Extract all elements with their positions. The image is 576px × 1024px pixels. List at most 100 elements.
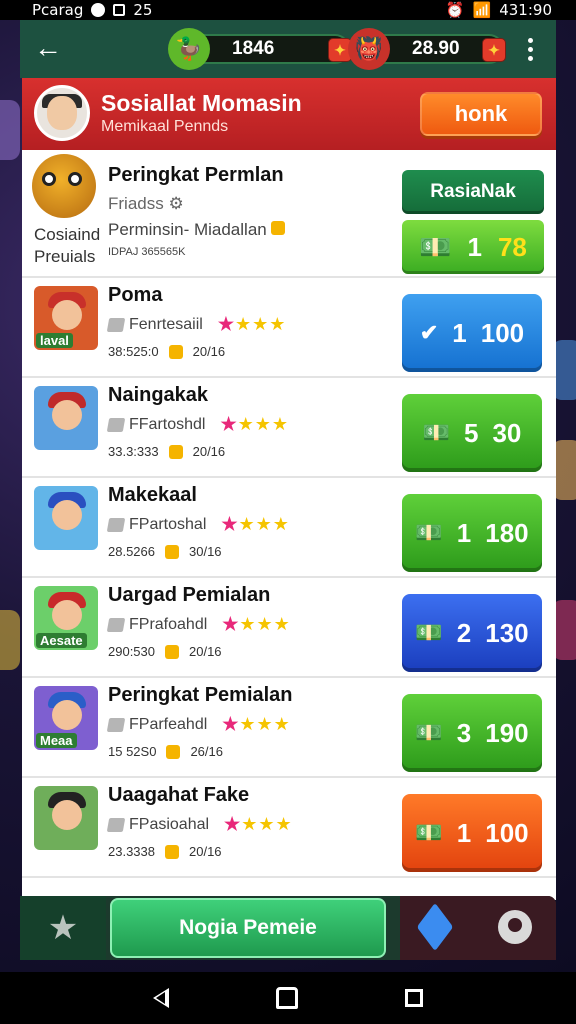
row-title: Uargad Pemialan bbox=[108, 584, 271, 606]
coin-icon bbox=[165, 544, 179, 559]
currency-1[interactable]: 🦆 1846 ✦ bbox=[168, 28, 352, 70]
row-meta-b: 20/16 bbox=[189, 644, 222, 659]
row-meta-a: 15 52S0 bbox=[108, 744, 157, 759]
status-time: 431:90 bbox=[499, 1, 552, 19]
currency-2-value: 28.90 bbox=[412, 38, 460, 59]
featured-line-1: Friadss ⚙ bbox=[108, 194, 184, 213]
system-back-icon[interactable] bbox=[153, 988, 170, 1008]
reward-value: 180 bbox=[485, 517, 529, 548]
featured-title: Peringkat Permlan bbox=[108, 164, 284, 186]
cube-icon[interactable] bbox=[416, 902, 454, 952]
row-subtitle: Fenrtesaiil ★★★★ bbox=[106, 314, 287, 335]
player-thumbnail: Aesate bbox=[34, 586, 98, 650]
panel-title: Sosiallat Momasin bbox=[101, 90, 302, 116]
thumbnail-tag: laval bbox=[36, 333, 73, 348]
row-reward-button[interactable]: 💵 1 180 bbox=[402, 494, 542, 572]
duck-icon: 🦆 bbox=[168, 28, 210, 70]
system-nav-bar bbox=[0, 972, 576, 1024]
avatar[interactable] bbox=[34, 85, 90, 141]
player-thumbnail: laval bbox=[34, 286, 98, 350]
row-reward-button[interactable]: ✔ 1 100 bbox=[402, 294, 542, 372]
cash-icon: 💵 bbox=[415, 620, 443, 645]
honk-button[interactable]: honk bbox=[420, 92, 542, 136]
rating-stars-icon: ★★★★ bbox=[221, 514, 290, 534]
bottom-bar: ★ Nogia Pemeie bbox=[20, 896, 556, 960]
rating-stars-icon: ★★★★ bbox=[217, 314, 287, 334]
check-icon: ✔ bbox=[419, 320, 439, 345]
row-title: Uaagahat Fake bbox=[108, 784, 250, 806]
rating-stars-icon: ★★★★ bbox=[222, 614, 291, 634]
row-subtitle: FPasioahal ★★★★ bbox=[106, 814, 293, 835]
row-meta-a: 38:525:0 bbox=[108, 344, 159, 359]
system-home-icon[interactable] bbox=[275, 987, 298, 1009]
row-meta-b: 20/16 bbox=[189, 844, 222, 859]
status-bar: Pcarag 25 ⏰ 📶 431:90 bbox=[0, 0, 576, 20]
main-play-button[interactable]: Nogia Pemeie bbox=[110, 898, 386, 958]
coin-icon bbox=[166, 744, 181, 759]
featured-claim-button[interactable]: 💵 1 78 bbox=[402, 220, 544, 274]
gallery-icon bbox=[113, 4, 126, 16]
reward-value: 100 bbox=[480, 317, 525, 348]
row-meta-b: 26/16 bbox=[190, 744, 223, 759]
back-arrow-icon[interactable]: ← bbox=[32, 33, 64, 65]
leaderboard-row[interactable]: Naingakak FFartoshdl ★★★★ 33.3:333 20/16… bbox=[22, 378, 556, 478]
row-meta-b: 20/16 bbox=[192, 444, 226, 459]
more-menu-icon[interactable] bbox=[528, 38, 534, 65]
row-subtitle: FPrafoahdl ★★★★ bbox=[106, 614, 291, 635]
featured-line-2: Perminsin- Miadallan bbox=[108, 220, 286, 240]
profile-icon[interactable] bbox=[498, 910, 532, 944]
reward-value: 190 bbox=[485, 717, 529, 748]
currency-2[interactable]: 👹 28.90 ✦ bbox=[348, 28, 506, 70]
bg-tile bbox=[0, 610, 20, 670]
row-meta-b: 30/16 bbox=[189, 544, 222, 559]
leaderboard-row[interactable]: Aesate Uargad Pemialan FPrafoahdl ★★★★ 2… bbox=[22, 578, 556, 678]
row-meta-b: 20/16 bbox=[192, 344, 226, 359]
gem-icon bbox=[106, 617, 126, 632]
featured-top-button[interactable]: RasiaNak bbox=[402, 170, 544, 214]
cash-icon: 💵 bbox=[419, 231, 452, 262]
row-meta-a: 28.5266 bbox=[108, 544, 155, 559]
row-reward-button[interactable]: 💵 5 30 bbox=[402, 394, 542, 472]
reward-count: 1 bbox=[456, 817, 472, 848]
row-reward-button[interactable]: 💵 2 130 bbox=[402, 594, 542, 672]
rating-stars-icon: ★★★★ bbox=[224, 814, 293, 834]
rating-stars-icon: ★★★★ bbox=[222, 714, 291, 734]
system-recents-icon[interactable] bbox=[404, 989, 423, 1007]
wifi-icon: 📶 bbox=[472, 1, 492, 19]
player-thumbnail bbox=[34, 386, 98, 450]
leaderboard-row[interactable]: Meaa Peringkat Pemialan FParfeahdl ★★★★ … bbox=[22, 678, 556, 778]
reward-count: 3 bbox=[456, 717, 472, 748]
player-thumbnail bbox=[34, 786, 98, 850]
top-bar: ← 🦆 1846 ✦ 👹 28.90 ✦ bbox=[20, 20, 556, 78]
coin-icon bbox=[168, 444, 183, 459]
row-subtitle: FParfeahdl ★★★★ bbox=[106, 714, 291, 735]
featured-claim-a: 1 bbox=[467, 231, 482, 262]
monster-icon: 👹 bbox=[348, 28, 390, 70]
currency-1-value: 1846 bbox=[232, 38, 275, 59]
gem-icon bbox=[106, 717, 126, 732]
notification-icon bbox=[91, 3, 106, 17]
add-currency-2-button[interactable]: ✦ bbox=[482, 38, 506, 62]
mascot-icon bbox=[32, 154, 96, 218]
reward-value: 130 bbox=[485, 617, 529, 648]
side-label-1: Cosiaind bbox=[34, 225, 101, 244]
row-meta-a: 33.3:333 bbox=[108, 444, 159, 459]
favorites-star-icon[interactable]: ★ bbox=[20, 896, 106, 960]
leaderboard-row[interactable]: Uaagahat Fake FPasioahal ★★★★ 23.3338 20… bbox=[22, 778, 556, 878]
leaderboard-row[interactable]: laval Poma Fenrtesaiil ★★★★ 38:525:0 20/… bbox=[22, 278, 556, 378]
reward-value: 30 bbox=[492, 417, 522, 448]
row-meta: 33.3:333 20/16 bbox=[108, 444, 225, 459]
row-subtitle: FFartoshdl ★★★★ bbox=[106, 414, 290, 435]
rating-stars-icon: ★★★★ bbox=[220, 414, 290, 434]
gem-icon bbox=[106, 517, 126, 532]
player-thumbnail bbox=[34, 486, 98, 550]
row-reward-button[interactable]: 💵 3 190 bbox=[402, 694, 542, 772]
status-number: 25 bbox=[133, 1, 153, 19]
thumbnail-tag: Aesate bbox=[36, 633, 87, 648]
featured-side-label: Cosiaind Preuials bbox=[34, 224, 100, 268]
avatar-face bbox=[47, 96, 77, 130]
row-title: Poma bbox=[108, 284, 163, 306]
row-reward-button[interactable]: 💵 1 100 bbox=[402, 794, 542, 872]
row-title: Makekaal bbox=[108, 484, 197, 506]
leaderboard-row[interactable]: Makekaal FPartoshal ★★★★ 28.5266 30/16 💵… bbox=[22, 478, 556, 578]
